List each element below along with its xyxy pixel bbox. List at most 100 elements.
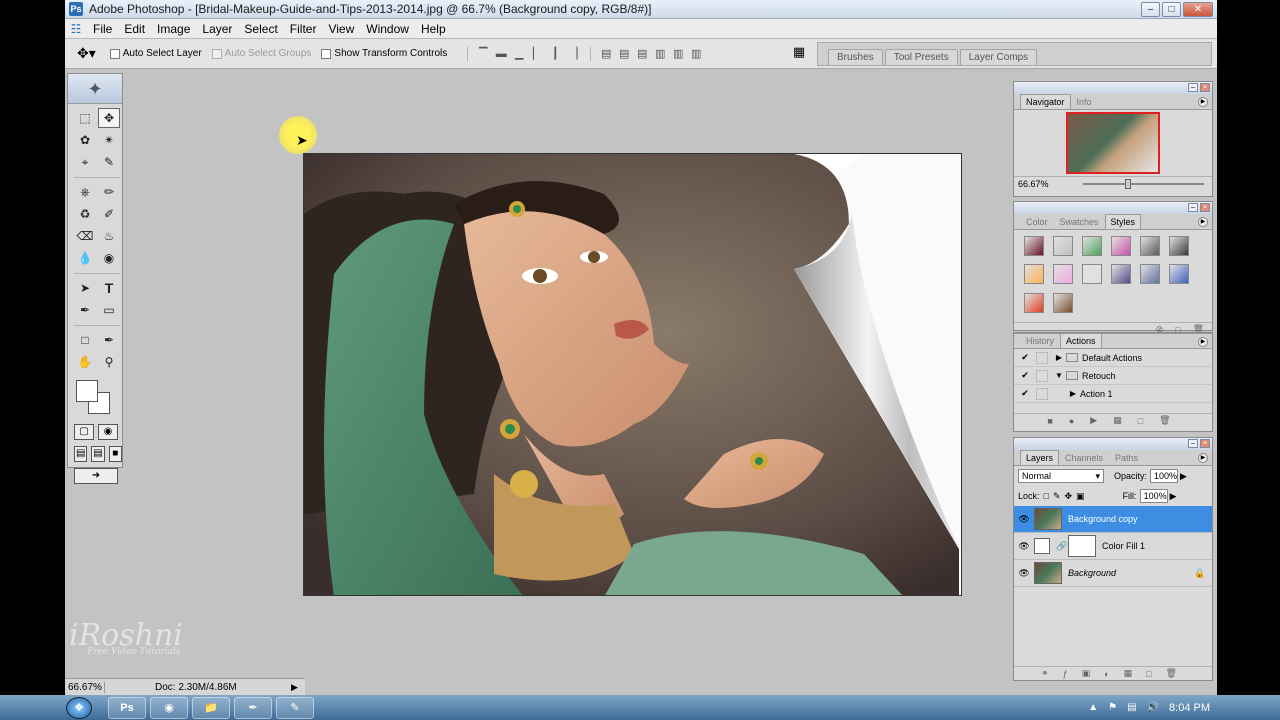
style-swatch[interactable]	[1024, 236, 1044, 256]
paint-bucket-tool-icon[interactable]: ♨	[98, 226, 120, 246]
palette-menu-icon[interactable]: ▶	[1198, 337, 1208, 347]
new-group-icon[interactable]: ▦	[1124, 668, 1133, 679]
lock-position-icon[interactable]: ✥	[1065, 491, 1073, 502]
action-row-retouch[interactable]: ✔ ▼ Retouch	[1014, 367, 1212, 385]
move-tool-icon[interactable]: ✥	[98, 108, 120, 128]
distribute-bottom-icon[interactable]: ▤	[635, 47, 649, 61]
start-button[interactable]: ❖	[66, 696, 92, 719]
eyedropper-tool-icon[interactable]: ✒	[98, 330, 120, 350]
fill-arrow-icon[interactable]: ▶	[1170, 491, 1177, 502]
navigator-zoom-slider[interactable]	[1082, 178, 1204, 189]
dialog-toggle[interactable]	[1036, 387, 1048, 400]
new-action-icon[interactable]: □	[1138, 416, 1143, 426]
navigator-thumbnail[interactable]	[1066, 112, 1160, 174]
layer-row-color-fill-1[interactable]: 👁 🔗 Color Fill 1	[1014, 533, 1212, 560]
pen-tool-icon[interactable]: ✒	[74, 300, 96, 320]
layer-style-icon[interactable]: ƒ	[1063, 669, 1068, 679]
tab-actions[interactable]: Actions	[1060, 333, 1102, 348]
palette-well-toggle-icon[interactable]: ▦	[789, 44, 809, 64]
style-swatch[interactable]	[1111, 264, 1131, 285]
link-layers-icon[interactable]: ⚭	[1041, 668, 1049, 679]
tray-security-icon[interactable]: ⚑	[1108, 702, 1117, 713]
style-swatch[interactable]	[1169, 264, 1189, 285]
crop-tool-icon[interactable]: ⌖	[74, 152, 96, 172]
tab-paths[interactable]: Paths	[1109, 450, 1144, 465]
menu-filter[interactable]: Filter	[284, 22, 323, 36]
tab-swatches[interactable]: Swatches	[1054, 214, 1105, 229]
slice-tool-icon[interactable]: ✎	[98, 152, 120, 172]
well-tab-layer-comps[interactable]: Layer Comps	[959, 49, 1038, 65]
document-control-icon[interactable]: ☷	[65, 22, 87, 36]
distribute-hcenter-icon[interactable]: ▥	[671, 47, 685, 61]
visibility-eye-icon[interactable]: 👁	[1014, 514, 1034, 525]
style-swatch[interactable]	[1140, 236, 1160, 256]
standard-mode-icon[interactable]: ▢	[74, 424, 94, 440]
minimize-icon[interactable]: –	[1188, 439, 1198, 448]
well-tab-brushes[interactable]: Brushes	[828, 49, 883, 65]
zoom-tool-icon[interactable]: ⚲	[98, 352, 120, 372]
taskbar-app-icon[interactable]: ✒	[234, 696, 272, 719]
style-swatch[interactable]	[1053, 236, 1073, 256]
foreground-color-swatch[interactable]	[76, 380, 98, 402]
link-icon[interactable]: 🔗	[1056, 541, 1067, 552]
maximize-button[interactable]: □	[1162, 1, 1181, 17]
show-transform-controls-checkbox[interactable]: Show Transform Controls	[321, 48, 447, 59]
hand-tool-icon[interactable]: ✋	[74, 352, 96, 372]
style-swatch[interactable]	[1140, 264, 1160, 285]
menu-select[interactable]: Select	[238, 22, 283, 36]
minimize-icon[interactable]: –	[1188, 203, 1198, 212]
close-icon[interactable]: ×	[1200, 203, 1210, 212]
distribute-top-icon[interactable]: ▤	[599, 47, 613, 61]
style-swatch[interactable]	[1053, 292, 1073, 313]
menu-layer[interactable]: Layer	[196, 22, 238, 36]
align-bottom-icon[interactable]: ▁	[512, 47, 526, 61]
quick-mask-mode-icon[interactable]: ◉	[98, 424, 118, 440]
dodge-tool-icon[interactable]: ◉	[98, 248, 120, 268]
eraser-tool-icon[interactable]: ⌫	[74, 226, 96, 246]
well-tab-tool-presets[interactable]: Tool Presets	[884, 49, 958, 65]
distribute-right-icon[interactable]: ▥	[689, 47, 703, 61]
screen-mode-full-icon[interactable]: ■	[108, 446, 122, 462]
tab-styles[interactable]: Styles	[1104, 214, 1142, 229]
history-brush-tool-icon[interactable]: ✐	[98, 204, 120, 224]
document-canvas[interactable]	[303, 153, 962, 596]
lasso-tool-icon[interactable]: ✿	[74, 130, 96, 150]
tab-history[interactable]: History	[1020, 333, 1060, 348]
healing-brush-tool-icon[interactable]: ⎈	[74, 182, 96, 202]
tab-color[interactable]: Color	[1020, 214, 1054, 229]
auto-select-layer-checkbox[interactable]: Auto Select Layer	[109, 48, 202, 59]
minimize-icon[interactable]: –	[1188, 83, 1198, 92]
dialog-toggle[interactable]	[1036, 369, 1048, 382]
opacity-field[interactable]: 100%	[1150, 469, 1179, 483]
visibility-eye-icon[interactable]: 👁	[1014, 568, 1034, 579]
move-tool-preset-icon[interactable]: ✥▾	[77, 45, 96, 62]
stop-icon[interactable]: ■	[1047, 416, 1052, 426]
style-swatch[interactable]	[1024, 264, 1044, 285]
align-left-icon[interactable]: ▏	[530, 47, 544, 61]
tray-network-icon[interactable]: ▤	[1127, 702, 1136, 713]
menu-file[interactable]: File	[87, 22, 118, 36]
palette-menu-icon[interactable]: ▶	[1198, 217, 1208, 227]
menu-help[interactable]: Help	[415, 22, 452, 36]
record-icon[interactable]: ●	[1069, 416, 1074, 426]
toggle-check-icon[interactable]: ✔	[1018, 370, 1032, 381]
style-swatch[interactable]	[1111, 236, 1131, 256]
toggle-check-icon[interactable]: ✔	[1018, 352, 1032, 363]
tray-arrow-icon[interactable]: ▲	[1088, 702, 1098, 713]
rectangle-tool-icon[interactable]: ▭	[98, 300, 120, 320]
status-menu-arrow-icon[interactable]: ▶	[291, 682, 305, 693]
brush-tool-icon[interactable]: ✏	[98, 182, 120, 202]
navigator-zoom[interactable]: 66.67%	[1018, 179, 1049, 189]
clock[interactable]: 8:04 PM	[1169, 702, 1210, 714]
tray-volume-icon[interactable]: 🔊	[1147, 702, 1159, 713]
close-icon[interactable]: ×	[1200, 83, 1210, 92]
blend-mode-select[interactable]: Normal ▾	[1018, 469, 1104, 483]
play-icon[interactable]: ▶	[1090, 415, 1097, 426]
style-swatch[interactable]	[1024, 292, 1044, 313]
align-hcenter-icon[interactable]: ┃	[548, 47, 562, 61]
style-swatch[interactable]	[1053, 264, 1073, 285]
screen-mode-standard-icon[interactable]: ▤	[74, 446, 88, 462]
close-icon[interactable]: ×	[1200, 439, 1210, 448]
align-vcenter-icon[interactable]: ▬	[494, 47, 508, 61]
style-swatch[interactable]	[1082, 264, 1102, 285]
